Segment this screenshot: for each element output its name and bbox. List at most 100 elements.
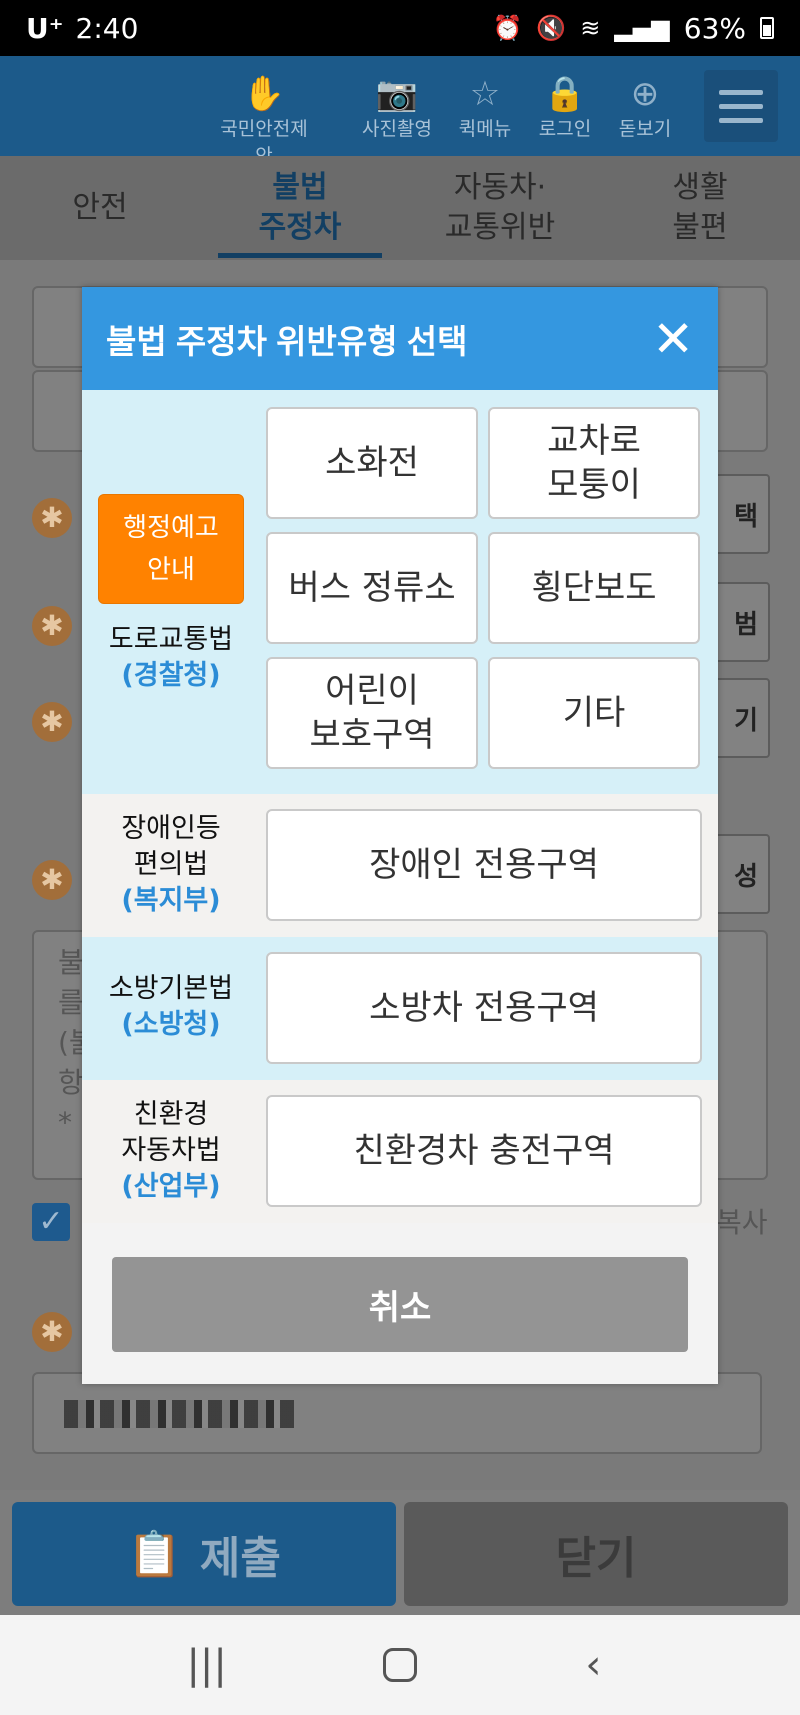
back-icon[interactable]: ‹	[563, 1642, 623, 1688]
required-icon: ✱	[32, 498, 72, 538]
system-nav-bar: ||| ‹	[0, 1615, 800, 1715]
option-label: 소방차 전용구역	[369, 988, 599, 1028]
option-fire-hydrant[interactable]: 소화전	[266, 407, 478, 519]
battery-icon	[760, 17, 774, 39]
carrier-label: U⁺	[26, 11, 64, 45]
notice-button[interactable]: 행정예고 안내	[98, 494, 244, 604]
tab-living-inconvenience[interactable]: 생활 불편	[600, 156, 800, 260]
app-header: ✋ 국민안전제안 📷 사진촬영 ☆ 퀵메뉴 🔒 로그인 ⊕ 돋보기	[0, 56, 800, 167]
category-tabs: 안전 불법 주정차 자동차· 교통위반 생활 불편	[0, 156, 800, 260]
option-bus-stop[interactable]: 버스 정류소	[266, 532, 478, 644]
home-icon[interactable]	[370, 1648, 430, 1682]
option-label: 장애인 전용구역	[369, 845, 599, 885]
law-name: 친환경 자동차법	[121, 1099, 221, 1166]
submit-label: 제출	[199, 1533, 281, 1584]
tab-illegal-parking-label: 불법 주정차	[258, 170, 342, 245]
modal-header: 불법 주정차 위반유형 선택 ✕	[82, 287, 718, 390]
magnifier-label: 돋보기	[618, 118, 672, 140]
required-icon: ✱	[32, 606, 72, 646]
option-disabled-parking[interactable]: 장애인 전용구역	[266, 809, 702, 921]
camera-icon: 📷	[375, 74, 419, 114]
option-school-zone[interactable]: 어린이 보호구역	[266, 657, 478, 769]
status-bar: U⁺ 2:40 ⏰ 🔇 ≋ ▂▄▆ 63%	[0, 0, 800, 56]
modal-title: 불법 주정차 위반유형 선택	[106, 322, 468, 360]
tab-living-inconvenience-label: 생활 불편	[672, 170, 728, 245]
road-traffic-section: 행정예고 안내 도로교통법 (경찰청) 소화전 교차로 모퉁이 버스 정류소 횡…	[82, 390, 718, 794]
compose-button-label: 성	[734, 861, 758, 892]
required-icon: ✱	[32, 1312, 72, 1352]
option-other[interactable]: 기타	[488, 657, 700, 769]
magnifier-button[interactable]: ⊕ 돋보기	[600, 74, 690, 141]
content-line: *	[58, 1106, 72, 1139]
content-line: 를	[58, 986, 84, 1019]
eco-vehicle-section: 친환경 자동차법 (산업부) 친환경차 충전구역	[82, 1080, 718, 1223]
law-label: 소방기본법 (소방청)	[82, 971, 260, 1043]
option-label: 소화전	[325, 443, 419, 483]
document-check-icon: 📋	[127, 1529, 182, 1580]
select-button-label: 택	[734, 501, 758, 532]
copy-label: 복사	[716, 1206, 768, 1239]
violation-button-label: 범	[734, 609, 758, 640]
copy-checkbox[interactable]: ✓	[32, 1203, 70, 1241]
welfare-section: 장애인등 편의법 (복지부) 장애인 전용구역	[82, 794, 718, 937]
login-label: 로그인	[538, 118, 592, 140]
login-button[interactable]: 🔒 로그인	[520, 74, 610, 141]
option-label: 친환경차 충전구역	[353, 1131, 615, 1171]
signal-icon: ▂▄▆	[614, 14, 670, 42]
hamburger-icon[interactable]	[704, 70, 778, 142]
tab-safety-label: 안전	[72, 190, 128, 225]
clock: 2:40	[75, 11, 139, 45]
content-line: 불	[58, 946, 84, 979]
fire-section: 소방기본법 (소방청) 소방차 전용구역	[82, 937, 718, 1080]
hand-person-icon: ✋	[242, 74, 286, 114]
camera-label: 사진촬영	[362, 118, 432, 140]
tab-traffic-violation-label: 자동차· 교통위반	[444, 170, 556, 245]
option-ev-charging-zone[interactable]: 친환경차 충전구역	[266, 1095, 702, 1207]
tab-safety[interactable]: 안전	[0, 156, 200, 260]
violation-type-modal: 불법 주정차 위반유형 선택 ✕ 행정예고 안내 도로교통법 (경찰청) 소화전…	[82, 287, 718, 1384]
cancel-label: 취소	[368, 1288, 432, 1328]
submit-button[interactable]: 📋 제출	[12, 1502, 396, 1606]
law-name: 도로교통법	[108, 624, 234, 655]
law-name: 장애인등 편의법	[121, 813, 221, 880]
required-icon: ✱	[32, 860, 72, 900]
wifi-icon: ≋	[580, 14, 601, 42]
quick-menu-button[interactable]: ☆ 퀵메뉴	[440, 74, 530, 141]
lock-icon: 🔒	[543, 74, 587, 114]
law-name: 소방기본법	[108, 973, 234, 1004]
recent-apps-icon[interactable]: |||	[177, 1642, 237, 1688]
law-label: 친환경 자동차법 (산업부)	[82, 1097, 260, 1205]
option-fire-truck-zone[interactable]: 소방차 전용구역	[266, 952, 702, 1064]
agency-name: (산업부)	[121, 1171, 221, 1202]
mute-icon: 🔇	[536, 14, 567, 42]
battery-percent: 63%	[683, 11, 746, 45]
close-button[interactable]: 닫기	[404, 1502, 788, 1606]
option-label: 버스 정류소	[288, 568, 456, 608]
agency-name: (소방청)	[121, 1009, 221, 1040]
close-icon[interactable]: ✕	[652, 314, 694, 364]
alarm-icon: ⏰	[492, 14, 523, 42]
law-label: 도로교통법 (경찰청)	[82, 622, 260, 694]
tab-traffic-violation[interactable]: 자동차· 교통위반	[400, 156, 600, 260]
agency-name: (경찰청)	[121, 660, 221, 691]
option-label: 어린이 보호구역	[309, 671, 435, 755]
close-label: 닫기	[555, 1533, 637, 1584]
option-intersection-corner[interactable]: 교차로 모퉁이	[488, 407, 700, 519]
notice-button-label: 행정예고 안내	[123, 513, 219, 585]
quick-menu-label: 퀵메뉴	[458, 118, 512, 140]
camera-button[interactable]: 📷 사진촬영	[352, 74, 442, 141]
required-icon: ✱	[32, 702, 72, 742]
option-crosswalk[interactable]: 횡단보도	[488, 532, 700, 644]
option-label: 횡단보도	[531, 568, 657, 608]
law-label: 장애인등 편의법 (복지부)	[82, 811, 260, 919]
magnifier-icon: ⊕	[630, 74, 660, 114]
safety-proposal-button[interactable]: ✋ 국민안전제안	[219, 74, 309, 168]
option-label: 기타	[562, 693, 626, 733]
tab-illegal-parking[interactable]: 불법 주정차	[200, 156, 400, 260]
agency-name: (복지부)	[121, 885, 221, 916]
cancel-button[interactable]: 취소	[112, 1257, 688, 1352]
content-line: 항	[58, 1066, 84, 1099]
option-label: 교차로 모퉁이	[547, 421, 641, 505]
blurred-text	[64, 1400, 294, 1428]
star-icon: ☆	[469, 74, 501, 114]
